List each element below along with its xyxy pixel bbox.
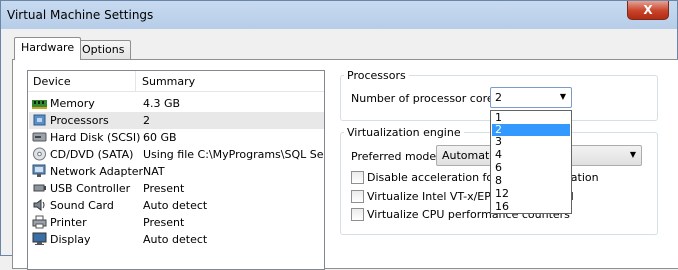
tab-options-label: Options	[82, 43, 125, 56]
memory-icon	[32, 100, 47, 109]
tab-options[interactable]: Options	[75, 40, 132, 60]
display-icon	[32, 232, 47, 245]
device-name: CD/DVD (SATA)	[50, 148, 134, 161]
device-name: Display	[50, 233, 91, 246]
device-row-usb-controller[interactable]: USB Controller Present	[29, 180, 324, 197]
tab-hardware-label: Hardware	[21, 41, 75, 54]
device-name: Printer	[50, 216, 87, 229]
device-name: Sound Card	[50, 199, 114, 212]
device-row-network-adapter[interactable]: Network Adapter NAT	[29, 163, 324, 180]
device-name: Hard Disk (SCSI)	[50, 131, 141, 144]
device-row-sound-card[interactable]: Sound Card Auto detect	[29, 197, 324, 214]
virtualize-vtx-checkbox[interactable]	[351, 190, 364, 203]
device-name: USB Controller	[50, 182, 131, 195]
device-row-printer[interactable]: Printer Present	[29, 214, 324, 231]
chevron-down-icon: ▼	[559, 92, 566, 101]
cores-option-1[interactable]: 1	[492, 112, 570, 124]
title-bar[interactable]: Virtual Machine Settings X	[1, 1, 677, 29]
device-row-memory[interactable]: Memory 4.3 GB	[29, 95, 324, 112]
device-row-hard-disk[interactable]: Hard Disk (SCSI) 60 GB	[29, 129, 324, 146]
chevron-down-icon: ▼	[629, 150, 636, 159]
cores-option-4[interactable]: 4	[492, 149, 570, 161]
device-summary: 2	[143, 114, 150, 127]
device-summary: Using file C:\MyPrograms\SQL Ser...	[143, 148, 323, 161]
device-name: Memory	[50, 97, 95, 110]
column-header-device[interactable]: Device	[33, 75, 71, 88]
device-name: Processors	[50, 114, 109, 127]
hard-disk-icon	[32, 132, 47, 142]
tab-hardware[interactable]: Hardware	[14, 37, 82, 60]
device-summary: Present	[143, 216, 185, 229]
processor-icon	[33, 114, 46, 126]
device-list-header: Device Summary	[28, 71, 324, 92]
cores-option-12[interactable]: 12	[492, 188, 570, 200]
usb-icon	[33, 184, 46, 192]
device-summary: NAT	[143, 165, 165, 178]
column-header-summary[interactable]: Summary	[142, 75, 195, 88]
printer-icon	[32, 215, 47, 229]
network-adapter-icon	[32, 164, 46, 177]
disable-acceleration-checkbox[interactable]	[351, 171, 364, 184]
device-list[interactable]: Device Summary Memory 4.3 GB Processors …	[27, 70, 325, 270]
cores-option-8[interactable]: 8	[492, 175, 570, 187]
device-summary: Auto detect	[143, 233, 208, 246]
device-row-display[interactable]: Display Auto detect	[29, 231, 324, 248]
column-divider[interactable]	[135, 71, 136, 91]
device-summary: Auto detect	[143, 199, 208, 212]
settings-window: Virtual Machine Settings X Options Hardw…	[0, 0, 678, 270]
virtualization-engine-label: Virtualization engine	[344, 126, 464, 139]
device-summary: 4.3 GB	[143, 97, 181, 110]
processor-cores-label: Number of processor cores:	[351, 92, 504, 105]
cores-option-16[interactable]: 16	[492, 201, 570, 213]
close-button[interactable]: X	[627, 1, 669, 20]
device-summary: Present	[143, 182, 185, 195]
device-row-processors[interactable]: Processors 2	[29, 112, 324, 129]
processor-cores-value: 2	[495, 91, 502, 104]
sound-card-icon	[33, 199, 45, 211]
cores-option-3[interactable]: 3	[492, 136, 570, 148]
virtualize-perf-counters-checkbox[interactable]	[351, 208, 364, 221]
cores-option-2[interactable]: 2	[492, 124, 570, 136]
device-row-cd-dvd[interactable]: CD/DVD (SATA) Using file C:\MyPrograms\S…	[29, 146, 324, 163]
processor-cores-select[interactable]: 2 ▼	[490, 87, 572, 108]
device-summary: 60 GB	[143, 131, 177, 144]
window-title: Virtual Machine Settings	[7, 8, 154, 22]
cores-option-6[interactable]: 6	[492, 162, 570, 174]
device-name: Network Adapter	[50, 165, 144, 178]
processor-cores-dropdown[interactable]: 1 2 3 4 6 8 12 16	[490, 110, 572, 214]
preferred-mode-label: Preferred mode:	[351, 150, 440, 163]
processors-group-label: Processors	[344, 69, 409, 82]
close-icon: X	[643, 3, 653, 17]
cd-dvd-icon	[33, 147, 46, 161]
